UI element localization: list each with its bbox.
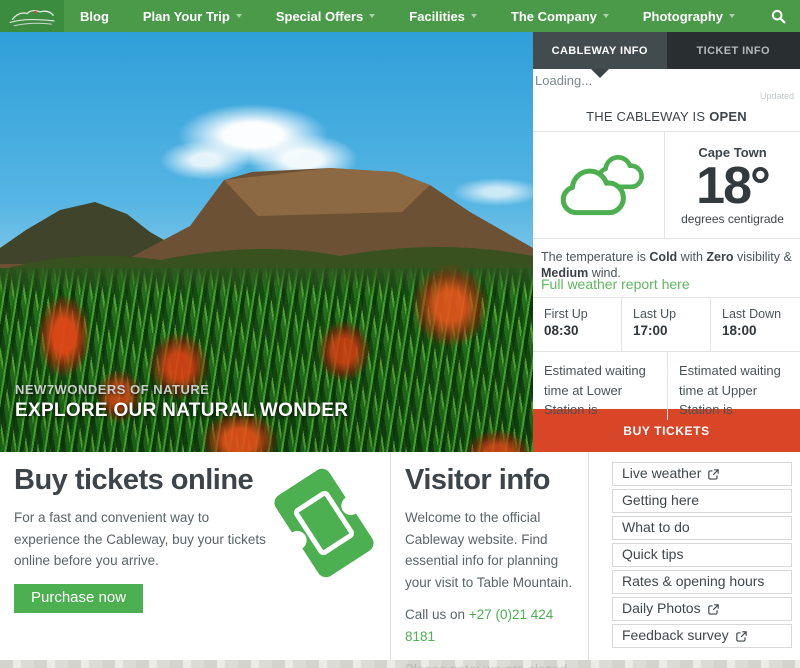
link-quick-tips[interactable]: Quick tips — [612, 543, 792, 567]
status-value: OPEN — [709, 109, 747, 124]
purchase-now-button[interactable]: Purchase now — [14, 584, 143, 613]
buy-tickets-online-section: Buy tickets online For a fast and conven… — [0, 452, 390, 660]
nav-label: Special Offers — [276, 9, 363, 24]
ticket-icon — [262, 458, 386, 588]
cond-visibility: Zero — [706, 250, 733, 264]
upper-station-wait: Estimated waiting time at Upper Station … — [667, 352, 800, 420]
temperature-unit: degrees centigrade — [681, 212, 784, 226]
visitor-info-section: Visitor info Welcome to the official Cab… — [390, 452, 588, 660]
cond-text: visibility & — [737, 250, 792, 264]
weather-widget: Cape Town 18° degrees centigrade — [533, 132, 800, 239]
time-label: First Up — [544, 307, 621, 321]
nav-item-photography[interactable]: Photography — [643, 9, 735, 24]
top-nav: Blog Plan Your Trip Special Offers Facil… — [0, 0, 800, 32]
visitor-info-body: Welcome to the official Cableway website… — [405, 507, 574, 593]
link-label: Rates & opening hours — [622, 573, 764, 589]
cableway-status: THE CABLEWAY IS OPEN — [533, 102, 800, 132]
bottom-section: Buy tickets online For a fast and conven… — [0, 452, 800, 660]
last-up-cell: Last Up 17:00 — [621, 298, 710, 351]
time-label: Last Down — [722, 307, 800, 321]
cableway-logo[interactable] — [0, 0, 64, 32]
external-link-icon — [708, 604, 719, 615]
external-link-icon — [736, 631, 747, 642]
external-link-icon — [708, 469, 719, 480]
time-value: 17:00 — [633, 323, 710, 338]
cloudy-weather-icon — [553, 149, 645, 221]
link-what-to-do[interactable]: What to do — [612, 516, 792, 540]
call-us-line: Call us on +27 (0)21 424 8181 — [405, 604, 574, 647]
link-label: What to do — [622, 519, 690, 535]
time-value: 18:00 — [722, 323, 800, 338]
last-down-cell: Last Down 18:00 — [710, 298, 800, 351]
nav-item-the-company[interactable]: The Company — [511, 9, 609, 24]
chevron-down-icon — [471, 14, 477, 18]
buy-tickets-online-body: For a fast and convenient way to experie… — [14, 507, 266, 572]
chevron-down-icon — [603, 14, 609, 18]
full-weather-report-link[interactable]: Full weather report here — [533, 273, 800, 298]
nav-label: Blog — [80, 9, 109, 24]
link-getting-here[interactable]: Getting here — [612, 489, 792, 513]
hero-kicker: NEW7WONDERS OF NATURE — [15, 382, 348, 397]
mountain-logo-icon — [6, 3, 58, 29]
info-panel: CABLEWAY INFO TICKET INFO Loading... Upd… — [533, 32, 800, 452]
updated-label: Updated — [533, 91, 800, 102]
loading-text: Loading... — [533, 69, 800, 91]
nav-item-plan-your-trip[interactable]: Plan Your Trip — [143, 9, 242, 24]
hero-title: EXPLORE OUR NATURAL WONDER — [15, 400, 348, 422]
page: Blog Plan Your Trip Special Offers Facil… — [0, 0, 800, 668]
nav-item-special-offers[interactable]: Special Offers — [276, 9, 375, 24]
conditions-sentence: The temperature is Cold with Zero visibi… — [533, 239, 800, 273]
first-up-cell: First Up 08:30 — [533, 298, 621, 351]
cableway-times: First Up 08:30 Last Up 17:00 Last Down 1… — [533, 298, 800, 352]
link-rates-opening-hours[interactable]: Rates & opening hours — [612, 570, 792, 594]
link-label: Getting here — [622, 492, 699, 508]
tab-ticket-info[interactable]: TICKET INFO — [667, 32, 800, 69]
link-label: Live weather — [622, 465, 701, 481]
hero-image: NEW7WONDERS OF NATURE EXPLORE OUR NATURA… — [0, 32, 533, 452]
cond-text: The temperature is — [541, 250, 646, 264]
quick-links-section: Live weather Getting here What to do Qui… — [588, 452, 800, 660]
chevron-down-icon — [729, 14, 735, 18]
link-label: Feedback survey — [622, 627, 729, 643]
nav-label: Photography — [643, 9, 723, 24]
panel-tabs: CABLEWAY INFO TICKET INFO — [533, 32, 800, 69]
tab-cableway-info[interactable]: CABLEWAY INFO — [533, 32, 667, 69]
nav-label: Plan Your Trip — [143, 9, 230, 24]
waiting-times: Estimated waiting time at Lower Station … — [533, 352, 800, 409]
visitor-info-title: Visitor info — [405, 464, 574, 497]
link-feedback-survey[interactable]: Feedback survey — [612, 624, 792, 648]
time-value: 08:30 — [544, 323, 621, 338]
temperature-cell: Cape Town 18° degrees centigrade — [665, 132, 800, 238]
hero-caption: NEW7WONDERS OF NATURE EXPLORE OUR NATURA… — [15, 382, 348, 422]
nav-label: Facilities — [409, 9, 465, 24]
link-live-weather[interactable]: Live weather — [612, 462, 792, 486]
link-label: Quick tips — [622, 546, 683, 562]
active-tab-pointer — [591, 69, 609, 78]
chevron-down-icon — [369, 14, 375, 18]
link-label: Daily Photos — [622, 600, 701, 616]
cond-temp: Cold — [649, 250, 677, 264]
link-daily-photos[interactable]: Daily Photos — [612, 597, 792, 621]
time-label: Last Up — [633, 307, 710, 321]
nav-items: Blog Plan Your Trip Special Offers Facil… — [64, 9, 786, 24]
cond-text: with — [681, 250, 703, 264]
nav-item-facilities[interactable]: Facilities — [409, 9, 477, 24]
weather-icon-cell — [533, 132, 665, 238]
temperature-value: 18° — [696, 160, 769, 212]
nav-label: The Company — [511, 9, 597, 24]
chevron-down-icon — [236, 14, 242, 18]
status-prefix: THE CABLEWAY IS — [586, 109, 705, 124]
call-prefix: Call us on — [405, 607, 465, 622]
lower-station-wait: Estimated waiting time at Lower Station … — [533, 352, 667, 420]
nav-item-blog[interactable]: Blog — [80, 9, 109, 24]
next-section-edge — [0, 660, 800, 668]
search-icon[interactable] — [771, 9, 786, 24]
